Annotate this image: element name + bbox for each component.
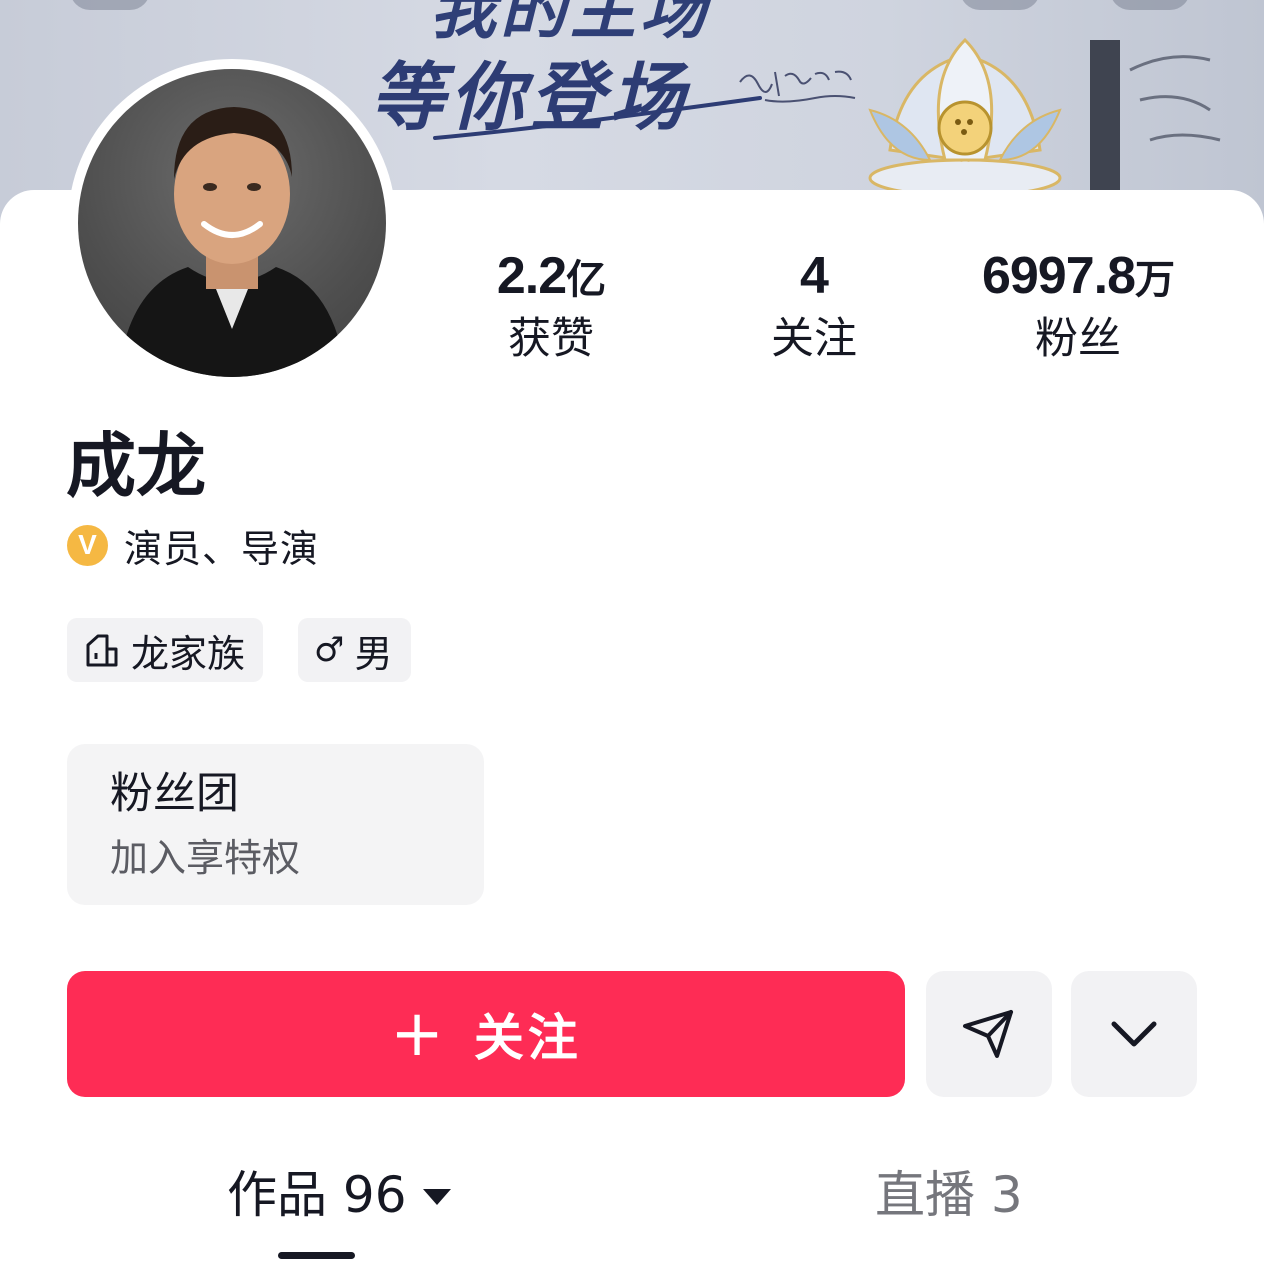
- stat-likes[interactable]: 2.2亿 获赞: [421, 245, 681, 367]
- stat-following-label: 关注: [771, 314, 857, 364]
- lotus-trophy-illustration: [868, 37, 1062, 198]
- stat-likes-label: 获赞: [508, 314, 594, 364]
- tab-live-label: 直播 3: [875, 1166, 1023, 1224]
- profile-name: 成龙: [66, 425, 206, 507]
- stat-followers-label: 粉丝: [1035, 314, 1121, 364]
- fan-club-subtitle: 加入享特权: [110, 836, 301, 880]
- verification-row: V 演员、导演: [67, 522, 319, 571]
- family-group-icon: [86, 634, 118, 667]
- banner-swoosh: [433, 96, 762, 140]
- plus-icon: +: [390, 997, 448, 1071]
- back-button-shadow[interactable]: [70, 0, 150, 10]
- tag-gender: ♂ 男: [298, 618, 411, 682]
- chevron-down-icon: [1111, 1021, 1157, 1047]
- active-tab-indicator: [278, 1252, 355, 1259]
- more-options-button[interactable]: [1071, 971, 1197, 1097]
- verified-badge-icon: V: [67, 524, 108, 566]
- tag-gender-label: 男: [354, 631, 393, 676]
- stat-followers[interactable]: 6997.8万 粉丝: [948, 245, 1208, 367]
- tab-live[interactable]: 直播 3: [875, 1160, 1023, 1230]
- fan-club-title: 粉丝团: [110, 769, 239, 819]
- stat-following-value: 4: [800, 247, 829, 305]
- stat-followers-value: 6997.8万: [981, 247, 1175, 305]
- avatar-photo: [78, 69, 386, 377]
- verification-text: 演员、导演: [124, 526, 320, 571]
- caret-down-icon[interactable]: [422, 1189, 451, 1205]
- person-portrait: [118, 107, 346, 377]
- menu-button-shadow[interactable]: [1110, 0, 1190, 10]
- tab-works[interactable]: 作品 96: [227, 1160, 451, 1230]
- share-button[interactable]: [926, 971, 1052, 1097]
- tab-works-label: 作品 96: [227, 1166, 407, 1224]
- stat-following[interactable]: 4 关注: [684, 245, 944, 367]
- male-symbol-icon: ♂: [314, 630, 345, 670]
- follow-button-label: 关注: [473, 1009, 582, 1067]
- follow-button[interactable]: + 关注: [67, 971, 905, 1097]
- tag-family[interactable]: 龙家族: [67, 618, 264, 682]
- stat-likes-value: 2.2亿: [496, 247, 606, 305]
- paper-plane-icon: [963, 1010, 1013, 1058]
- avatar[interactable]: [68, 59, 396, 387]
- fan-club-card[interactable]: 粉丝团 加入享特权: [67, 744, 484, 905]
- tag-family-label: 龙家族: [131, 631, 246, 676]
